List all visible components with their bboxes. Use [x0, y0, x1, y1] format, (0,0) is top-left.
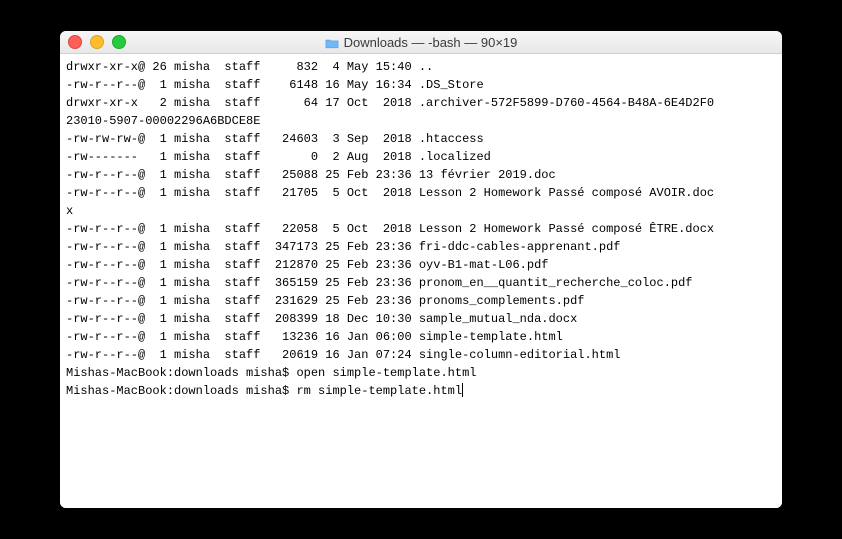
titlebar[interactable]: Downloads — -bash — 90×19 — [60, 31, 782, 54]
terminal-line: Mishas-MacBook:downloads misha$ open sim… — [66, 364, 776, 382]
cursor-icon — [462, 383, 463, 397]
window-title-text: Downloads — -bash — 90×19 — [344, 35, 518, 50]
terminal-line: x — [66, 202, 776, 220]
terminal-line: drwxr-xr-x@ 26 misha staff 832 4 May 15:… — [66, 58, 776, 76]
terminal-line: 23010-5907-00002296A6BDCE8E — [66, 112, 776, 130]
terminal-window: Downloads — -bash — 90×19 drwxr-xr-x@ 26… — [60, 31, 782, 508]
terminal-line: -rw-r--r--@ 1 misha staff 20619 16 Jan 0… — [66, 346, 776, 364]
terminal-line: -rw------- 1 misha staff 0 2 Aug 2018 .l… — [66, 148, 776, 166]
terminal-current-line[interactable]: Mishas-MacBook:downloads misha$ rm simpl… — [66, 382, 776, 400]
terminal-line: -rw-rw-rw-@ 1 misha staff 24603 3 Sep 20… — [66, 130, 776, 148]
terminal-line: -rw-r--r--@ 1 misha staff 22058 5 Oct 20… — [66, 220, 776, 238]
window-title: Downloads — -bash — 90×19 — [325, 35, 518, 50]
terminal-line: -rw-r--r--@ 1 misha staff 21705 5 Oct 20… — [66, 184, 776, 202]
folder-icon — [325, 37, 339, 48]
terminal-line: -rw-r--r--@ 1 misha staff 6148 16 May 16… — [66, 76, 776, 94]
minimize-icon[interactable] — [90, 35, 104, 49]
traffic-lights — [68, 35, 126, 49]
terminal-line: -rw-r--r--@ 1 misha staff 347173 25 Feb … — [66, 238, 776, 256]
terminal-line: -rw-r--r--@ 1 misha staff 13236 16 Jan 0… — [66, 328, 776, 346]
terminal-line: -rw-r--r--@ 1 misha staff 231629 25 Feb … — [66, 292, 776, 310]
terminal-line: drwxr-xr-x 2 misha staff 64 17 Oct 2018 … — [66, 94, 776, 112]
terminal-line: -rw-r--r--@ 1 misha staff 212870 25 Feb … — [66, 256, 776, 274]
terminal-line: -rw-r--r--@ 1 misha staff 365159 25 Feb … — [66, 274, 776, 292]
close-icon[interactable] — [68, 35, 82, 49]
terminal-line: -rw-r--r--@ 1 misha staff 25088 25 Feb 2… — [66, 166, 776, 184]
zoom-icon[interactable] — [112, 35, 126, 49]
terminal-line: -rw-r--r--@ 1 misha staff 208399 18 Dec … — [66, 310, 776, 328]
terminal-body[interactable]: drwxr-xr-x@ 26 misha staff 832 4 May 15:… — [60, 54, 782, 508]
